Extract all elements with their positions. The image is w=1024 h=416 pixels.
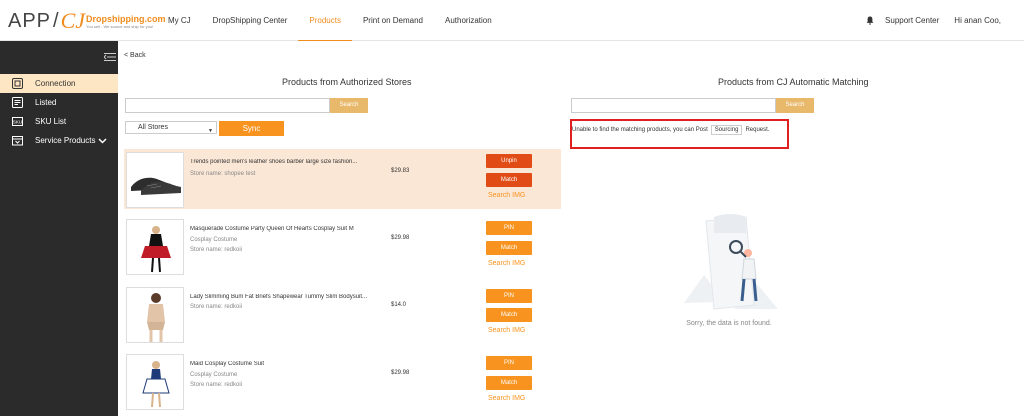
cj-matching-title: Products from CJ Automatic Matching — [718, 77, 869, 87]
product-category: Cosplay Costume — [190, 372, 238, 378]
search-img-link[interactable]: Search IMG — [488, 192, 525, 199]
logo-brand: Dropshipping.com You sell - We source an… — [86, 14, 166, 29]
top-navbar: APP / CJ Dropshipping.com You sell - We … — [0, 0, 1024, 41]
search-img-link[interactable]: Search IMG — [488, 260, 525, 267]
chevron-down-icon — [98, 137, 107, 144]
request-text: Request. — [745, 127, 770, 133]
maid-costume-image — [142, 361, 170, 408]
no-match-message: Unable to find the matching products, yo… — [572, 125, 769, 135]
sidebar-item-label: Connection — [35, 79, 76, 88]
logo-tagline: You sell - We source and ship for you! — [86, 23, 154, 29]
match-button[interactable]: Match — [486, 308, 532, 322]
menu-collapse-icon[interactable] — [104, 52, 116, 62]
shapewear-image — [147, 293, 165, 342]
right-search-button[interactable]: Search — [776, 98, 814, 113]
product-store: Store name: shopee test — [190, 171, 256, 177]
match-button[interactable]: Match — [486, 173, 532, 187]
left-search-input[interactable] — [125, 98, 330, 113]
nav-authorization[interactable]: Authorization — [434, 0, 503, 41]
bell-icon[interactable] — [866, 16, 874, 25]
pin-button[interactable]: PIN — [486, 356, 532, 370]
sidebar-item-connection[interactable]: Connection — [0, 74, 118, 93]
shoes-image — [131, 177, 181, 195]
empty-state-illustration — [684, 214, 778, 310]
product-price: $29.98 — [391, 235, 410, 241]
select-arrow-icon: ▼ — [208, 128, 213, 134]
app-logo[interactable]: APP / CJ Dropshipping.com You sell - We … — [8, 8, 166, 34]
product-name: Lady Slimming Bum Fat Briefs Shapewear T… — [190, 294, 368, 300]
back-link[interactable]: < Back — [124, 52, 146, 59]
pin-button[interactable]: PIN — [486, 221, 532, 235]
product-name: Masquerade Costume Party Queen Of Hearts… — [190, 226, 354, 232]
pin-button[interactable]: PIN — [486, 289, 532, 303]
unpin-button[interactable]: Unpin — [486, 154, 532, 168]
right-search-row: Search — [571, 98, 814, 113]
logo-slash: / — [53, 9, 59, 32]
sidebar-item-sku-list[interactable]: SKU SKU List — [0, 112, 118, 131]
product-thumbnail-maid — [126, 354, 184, 410]
main-nav: My CJ DropShipping Center Products Print… — [157, 0, 503, 41]
svg-text:SKU: SKU — [13, 120, 22, 125]
product-store: Store name: redkoii — [190, 382, 243, 388]
listed-icon — [12, 97, 23, 108]
store-select-value: All Stores — [138, 124, 168, 131]
user-greeting[interactable]: Hi anan Coo, — [954, 16, 1001, 25]
product-thumbnail-shoes — [126, 152, 184, 208]
product-store: Store name: redkoii — [190, 247, 243, 253]
logo-cj-mark: CJ — [60, 8, 86, 33]
product-row: Masquerade Costume Party Queen Of Hearts… — [124, 216, 561, 276]
nav-dropshipping-center[interactable]: DropShipping Center — [202, 0, 299, 41]
search-img-link[interactable]: Search IMG — [488, 395, 525, 402]
product-row: Maid Cosplay Costume Suit Cosplay Costum… — [124, 351, 561, 411]
sidebar-item-label: Service Products — [35, 136, 96, 145]
product-name: Trends pointed men's leather shoes barbe… — [190, 159, 358, 165]
nav-products[interactable]: Products — [298, 0, 352, 41]
product-row: Lady Slimming Bum Fat Briefs Shapewear T… — [124, 284, 561, 344]
product-row: Trends pointed men's leather shoes barbe… — [124, 149, 561, 209]
store-select[interactable]: All Stores ▼ — [125, 121, 217, 134]
no-match-text: Unable to find the matching products, yo… — [572, 127, 708, 133]
product-price: $29.83 — [391, 168, 410, 174]
sync-button[interactable]: Sync — [219, 121, 284, 136]
left-search-button[interactable]: Search — [330, 98, 368, 113]
authorized-stores-title: Products from Authorized Stores — [282, 77, 412, 87]
match-button[interactable]: Match — [486, 376, 532, 390]
top-right-area: Support Center Hi anan Coo, — [866, 0, 1001, 41]
sourcing-button[interactable]: Sourcing — [710, 125, 743, 135]
empty-state-message: Sorry, the data is not found. — [686, 320, 772, 327]
sidebar-item-listed[interactable]: Listed — [0, 93, 118, 112]
right-search-input[interactable] — [571, 98, 776, 113]
product-category: Cosplay Costume — [190, 237, 238, 243]
sidebar-item-label: SKU List — [35, 117, 67, 126]
sidebar: Connection Listed SKU SKU List Service P… — [0, 41, 118, 416]
costume-image — [141, 226, 171, 273]
nav-print-on-demand[interactable]: Print on Demand — [352, 0, 434, 41]
product-name: Maid Cosplay Costume Suit — [190, 361, 265, 367]
product-price: $14.0 — [391, 302, 407, 308]
logo-app-text: APP — [8, 9, 52, 32]
service-icon — [12, 136, 23, 146]
product-store: Store name: redkoii — [190, 304, 243, 310]
sidebar-item-service-products[interactable]: Service Products — [0, 131, 118, 150]
product-price: $29.98 — [391, 370, 410, 376]
match-button[interactable]: Match — [486, 241, 532, 255]
support-center-link[interactable]: Support Center — [885, 16, 939, 25]
nav-my-cj[interactable]: My CJ — [157, 0, 202, 41]
search-img-link[interactable]: Search IMG — [488, 327, 525, 334]
sku-icon: SKU — [12, 117, 23, 126]
left-search-row: Search — [125, 98, 368, 113]
main-content: < Back Products from Authorized Stores S… — [118, 41, 1024, 416]
logo-brand-name: Dropshipping.com — [86, 13, 166, 24]
product-thumbnail-costume — [126, 219, 184, 275]
connection-icon — [12, 78, 23, 89]
sidebar-item-label: Listed — [35, 98, 57, 107]
product-thumbnail-shapewear — [126, 287, 184, 343]
